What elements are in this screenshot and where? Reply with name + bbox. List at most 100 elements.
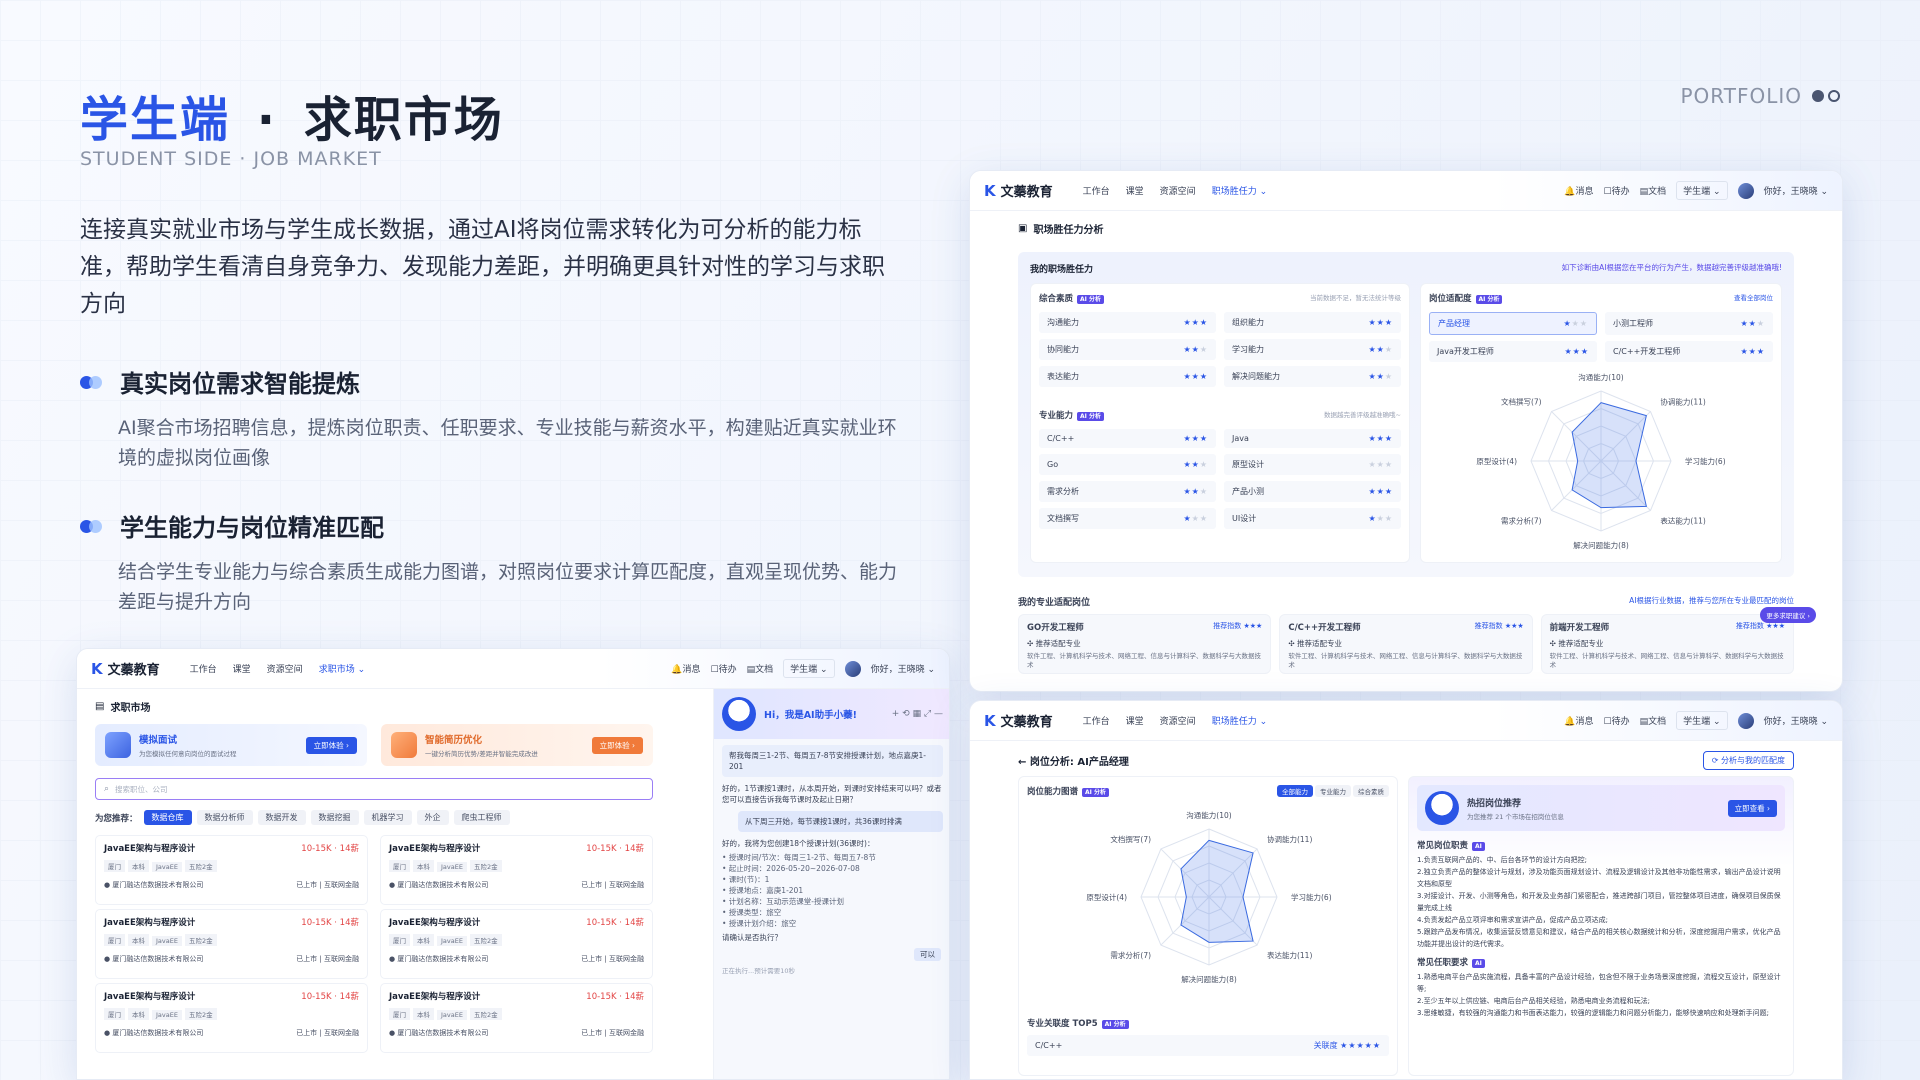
text-line: 4.负责发起产品立项评审和需求宣讲产品，促成产品立项达成; — [1417, 916, 1609, 924]
pro-skill-row[interactable]: 原型设计 ★★★ — [1224, 454, 1401, 475]
chat-list-item: • 授课类型：旅空 — [722, 908, 782, 917]
try-interview-button[interactable]: 立即体验 › — [305, 736, 357, 754]
nav-resource[interactable]: 资源空间 — [267, 662, 303, 675]
tab-pro[interactable]: 专业能力 — [1315, 785, 1351, 797]
avatar[interactable] — [1737, 712, 1754, 729]
role-select[interactable]: 学生端 ⌄ — [783, 659, 835, 678]
todo-button[interactable]: ☐待办 — [711, 662, 737, 675]
chip[interactable]: 爬虫工程师 — [453, 810, 510, 825]
chip[interactable]: 数据挖掘 — [310, 810, 359, 825]
match-job-card[interactable]: 前端开发工程师 推荐指数 ★★★ ✣ 推荐适配专业 软件工程、计算机科学与技术、网络工… — [1540, 614, 1794, 674]
confirm-yes-button[interactable]: 可以 — [914, 948, 941, 961]
job-card[interactable]: JavaEE架构与程序设计 10-15K · 14薪 厦门 本科 JavaEE 五险2金 ●… — [380, 909, 653, 979]
doc-button[interactable]: ▤文档 — [747, 662, 774, 675]
message-button[interactable]: 🔔消息 — [1564, 184, 1593, 197]
chip[interactable]: 外企 — [416, 810, 449, 825]
match-job-card[interactable]: GO开发工程师 推荐指数 ★★★ ✣ 推荐适配专业 软件工程、计算机科学与技术、网络工… — [1018, 614, 1272, 674]
search-input[interactable]: ⌕ 搜索职位、公司 — [95, 778, 653, 800]
nav-competency[interactable]: 职场胜任力 ⌄ — [1212, 184, 1267, 197]
user-greeting[interactable]: 你好，王晓晓 ⌄ — [1764, 184, 1828, 197]
rating-stars: ★★★ — [1183, 460, 1208, 469]
compare-match-button[interactable]: ⟳ 分析与我的匹配度 — [1702, 751, 1794, 770]
tab-all[interactable]: 全部能力 — [1277, 785, 1313, 797]
nav-classroom[interactable]: 课堂 — [1126, 714, 1144, 727]
job-card[interactable]: JavaEE架构与程序设计 10-15K · 14薪 厦门 本科 JavaEE 五险2金 ●… — [95, 983, 368, 1053]
chat-controls-icon[interactable]: + ⟲ ▦ ⤢ — — [892, 709, 943, 719]
analysis-icon: ▣ — [1018, 223, 1028, 234]
pro-skill-row[interactable]: Go ★★★ — [1039, 454, 1216, 475]
nav-competency[interactable]: 职场胜任力 ⌄ — [1212, 714, 1267, 727]
doc-button[interactable]: ▤文档 — [1640, 714, 1667, 727]
try-resume-button[interactable]: 立即体验 › — [591, 736, 643, 754]
brand-logo[interactable]: K 文蓁教育 — [984, 181, 1053, 201]
soft-skill-row[interactable]: 组织能力 ★★★ — [1224, 312, 1401, 333]
pro-skill-row[interactable]: 产品小测 ★★★ — [1224, 481, 1401, 502]
nav-workbench[interactable]: 工作台 — [1083, 714, 1110, 727]
nav-classroom[interactable]: 课堂 — [1126, 184, 1144, 197]
brand-logo[interactable]: K 文蓁教育 — [984, 711, 1053, 731]
nav-resource[interactable]: 资源空间 — [1160, 184, 1196, 197]
nav-classroom[interactable]: 课堂 — [233, 662, 251, 675]
nav-workbench[interactable]: 工作台 — [1083, 184, 1110, 197]
job-card[interactable]: JavaEE架构与程序设计 10-15K · 14薪 厦门 本科 JavaEE 五险2金 ●… — [380, 983, 653, 1053]
role-select[interactable]: 学生端 ⌄ — [1676, 181, 1728, 200]
soft-skill-row[interactable]: 沟通能力 ★★★ — [1039, 312, 1216, 333]
top-nav: K 文蓁教育 工作台 课堂 资源空间 职场胜任力 ⌄ 🔔消息 ☐待办 ▤文档 学生… — [970, 171, 1842, 211]
todo-button[interactable]: ☐待办 — [1604, 184, 1630, 197]
view-all-link[interactable]: 查看全部岗位 — [1734, 292, 1773, 304]
ai-badge: AI 分析 — [1082, 788, 1109, 797]
job-fit-row[interactable]: 小测工程师 ★★★ — [1605, 312, 1773, 335]
more-advice-button[interactable]: 更多求职建议 › — [1760, 607, 1816, 623]
radar-label: 文档撰写(7) — [1501, 397, 1542, 407]
job-card[interactable]: JavaEE架构与程序设计 10-15K · 14薪 厦门 本科 JavaEE 五险2金 ●… — [95, 835, 368, 905]
comp-page-title: ▣ 职场胜任力分析 — [1018, 223, 1104, 236]
promo-resume: 智能简历优化 一键分析简历优势/差距并智能完成改进 立即体验 › — [381, 724, 653, 766]
job-fit-row[interactable]: 产品经理 ★★★ — [1429, 312, 1597, 335]
robot-avatar-icon — [722, 697, 756, 731]
doc-button[interactable]: ▤文档 — [1640, 184, 1667, 197]
text-line: 2.至少五年以上供应链、电商后台产品相关经验，熟悉电商业务流程和玩法; — [1417, 997, 1651, 1005]
pro-skill-row[interactable]: Java ★★★ — [1224, 429, 1401, 448]
soft-skill-row[interactable]: 解决问题能力 ★★★ — [1224, 366, 1401, 387]
brand-logo[interactable]: K 文蓁教育 — [91, 659, 160, 679]
pro-skill-row[interactable]: UI设计 ★★★ — [1224, 508, 1401, 529]
avatar[interactable] — [844, 660, 861, 677]
job-fit-row[interactable]: C/C++开发工程师 ★★★ — [1605, 341, 1773, 362]
soft-skill-row[interactable]: 表达能力 ★★★ — [1039, 366, 1216, 387]
job-card[interactable]: JavaEE架构与程序设计 10-15K · 14薪 厦门 本科 JavaEE 五险2金 ●… — [380, 835, 653, 905]
todo-button[interactable]: ☐待办 — [1604, 714, 1630, 727]
soft-skill-row[interactable]: 协同能力 ★★★ — [1039, 339, 1216, 360]
role-select[interactable]: 学生端 ⌄ — [1676, 711, 1728, 730]
back-arrow-icon[interactable]: ← — [1018, 757, 1030, 768]
search-icon: ⌕ — [104, 784, 110, 794]
tab-soft[interactable]: 综合素质 — [1353, 785, 1389, 797]
rating-stars: ★★★ — [1183, 345, 1208, 354]
chip[interactable]: 数据仓库 — [143, 810, 192, 825]
avatar[interactable] — [1737, 182, 1754, 199]
view-now-button[interactable]: 立即查看 › — [1727, 799, 1777, 817]
feature-1: 真实岗位需求智能提炼 AI聚合市场招聘信息，提炼岗位职责、任职要求、专业技能与薪… — [80, 364, 900, 473]
pro-skill-row[interactable]: C/C++ ★★★ — [1039, 429, 1216, 448]
radar-label: 学习能力(6) — [1685, 456, 1726, 466]
job-fit-row[interactable]: Java开发工程师 ★★★ — [1429, 341, 1597, 362]
soft-skill-row[interactable]: 学习能力 ★★★ — [1224, 339, 1401, 360]
user-greeting[interactable]: 你好，王晓晓 ⌄ — [1764, 714, 1828, 727]
chip[interactable]: 数据开发 — [257, 810, 306, 825]
duty-list: 1.负责互联网产品的、中、后台各环节的设计方向把控; 2.独立负责产品的整体设计与… — [1417, 854, 1785, 950]
chip[interactable]: 数据分析师 — [196, 810, 253, 825]
nav-workbench[interactable]: 工作台 — [190, 662, 217, 675]
job-card[interactable]: JavaEE架构与程序设计 10-15K · 14薪 厦门 本科 JavaEE 五险2金 ●… — [95, 909, 368, 979]
nav-resource[interactable]: 资源空间 — [1160, 714, 1196, 727]
message-button[interactable]: 🔔消息 — [671, 662, 700, 675]
match-job-card[interactable]: C/C++开发工程师 推荐指数 ★★★ ✣ 推荐适配专业 软件工程、计算机科学与技术、… — [1279, 614, 1533, 674]
pro-skill-row[interactable]: 文档撰写 ★★★ — [1039, 508, 1216, 529]
radar-area — [1180, 839, 1254, 943]
chip[interactable]: 机器学习 — [363, 810, 412, 825]
nav-job-market[interactable]: 求职市场 ⌄ — [319, 662, 365, 675]
user-message: 从下周三开始，每节课按1课时，共36课时排满 — [738, 811, 943, 832]
message-button[interactable]: 🔔消息 — [1564, 714, 1593, 727]
rating-stars: ★★★ — [1183, 514, 1208, 523]
pro-skill-row[interactable]: 需求分析 ★★★ — [1039, 481, 1216, 502]
user-greeting[interactable]: 你好，王晓晓 ⌄ — [871, 662, 935, 675]
text-line: 1.熟悉电商平台产品实施流程，具备丰富的产品设计经验，包含但不限于业务场景深度挖… — [1417, 973, 1781, 993]
